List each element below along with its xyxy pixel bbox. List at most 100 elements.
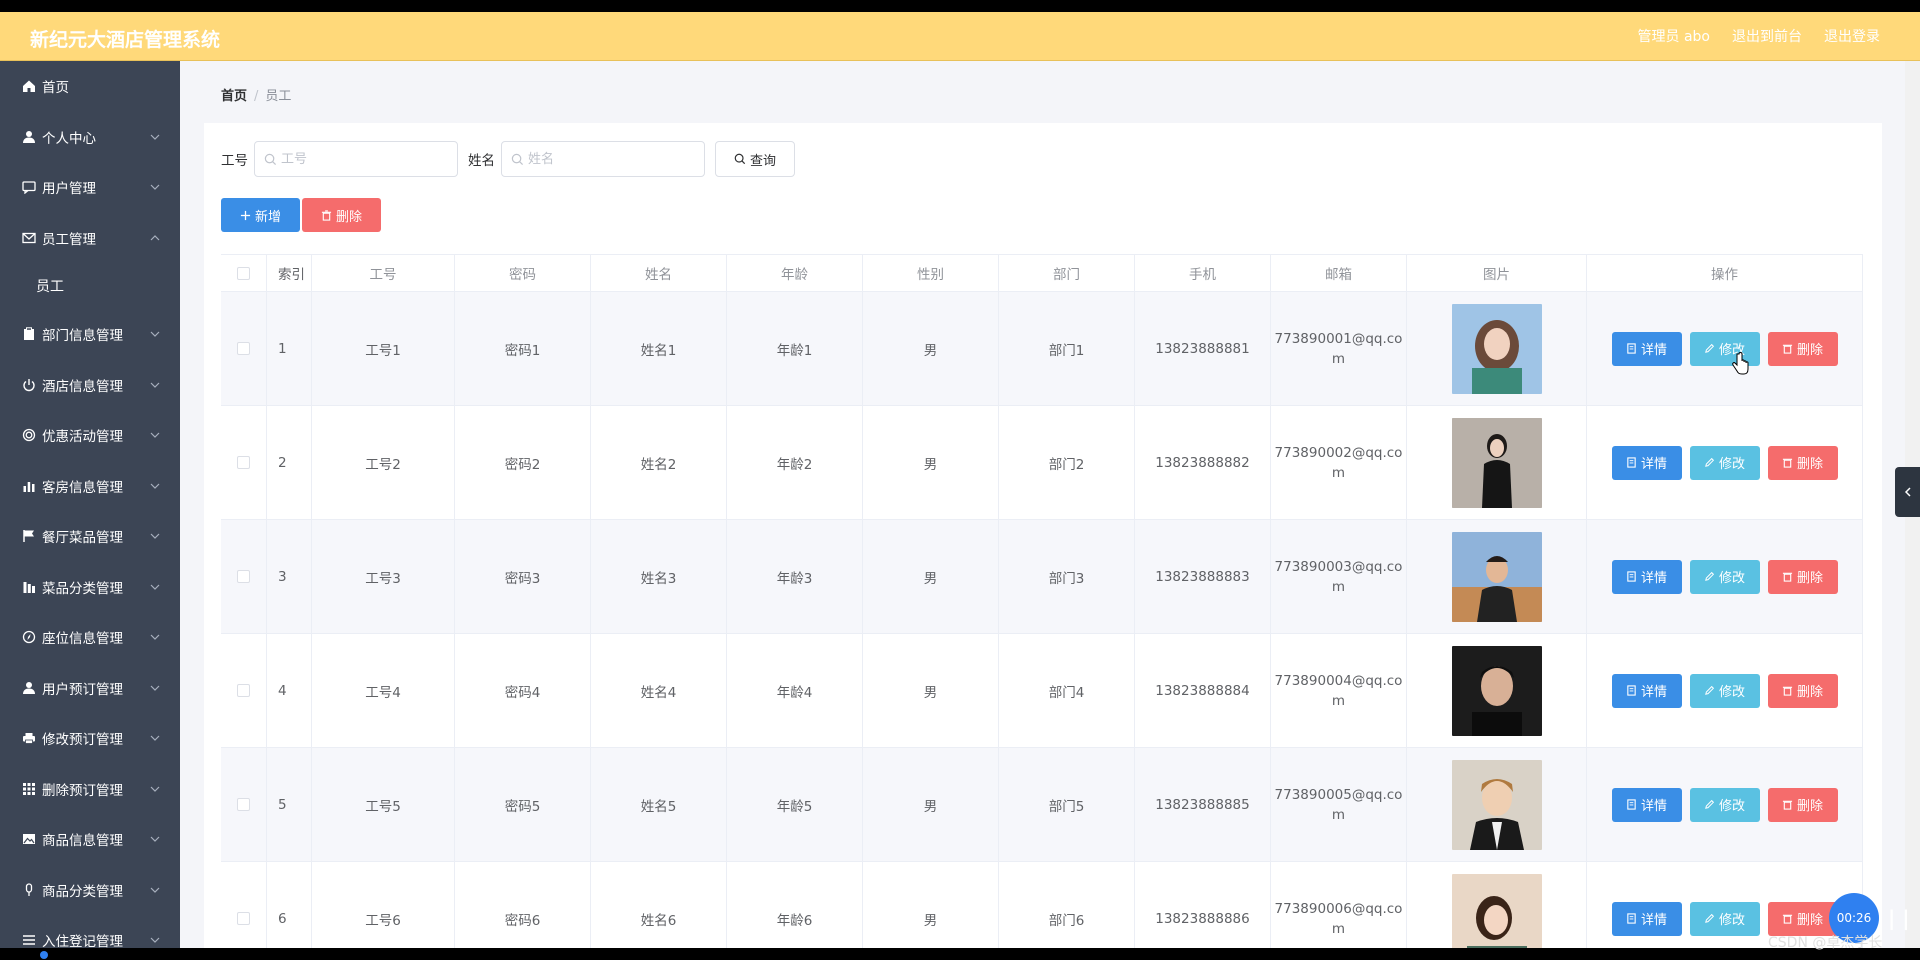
columns-icon xyxy=(22,580,36,594)
sidebar-item-10[interactable]: 座位信息管理 xyxy=(0,612,180,663)
sidebar-item-8[interactable]: 餐厅菜品管理 xyxy=(0,511,180,562)
sidebar-item-3[interactable]: 员工管理 xyxy=(0,213,180,264)
edit-button[interactable]: 修改 xyxy=(1689,673,1760,708)
sidebar-item-13[interactable]: 删除预订管理 xyxy=(0,764,180,815)
select-all-checkbox[interactable] xyxy=(237,266,250,280)
logout-link[interactable]: 退出登录 xyxy=(1824,26,1880,46)
delete-button-label: 删除 xyxy=(1796,571,1823,586)
detail-button[interactable]: 详情 xyxy=(1611,901,1682,936)
table-header: 索引 工号 密码 姓名 年龄 性别 部门 手机 邮箱 图片 操作 xyxy=(221,254,1863,292)
table-row[interactable]: 3 工号3 密码3 姓名3 年龄3 男部门3 13823888883 773890003@qq… xyxy=(221,520,1863,634)
plus-icon xyxy=(240,210,251,220)
sidebar-item-5[interactable]: 酒店信息管理 xyxy=(0,360,180,411)
row-checkbox[interactable] xyxy=(237,342,250,355)
employee-no-input[interactable] xyxy=(281,142,451,176)
mail-icon xyxy=(22,231,36,245)
chevron-down-icon xyxy=(150,937,160,943)
delete-button-label: 删除 xyxy=(1796,685,1823,700)
sidebar-item-9[interactable]: 菜品分类管理 xyxy=(0,562,180,613)
sidebar-item-7[interactable]: 客房信息管理 xyxy=(0,461,180,512)
edit-button[interactable]: 修改 xyxy=(1689,787,1760,822)
trash-icon xyxy=(1782,572,1793,582)
cell-name: 姓名2 xyxy=(591,406,727,519)
batch-delete-button[interactable]: 删除 xyxy=(302,198,381,232)
sidebar-item-15[interactable]: 商品分类管理 xyxy=(0,865,180,916)
employee-photo[interactable] xyxy=(1451,645,1542,736)
sidebar-item-2[interactable]: 用户管理 xyxy=(0,162,180,213)
row-checkbox[interactable] xyxy=(237,456,250,469)
add-button[interactable]: 新增 xyxy=(221,198,300,232)
delete-button[interactable]: 删除 xyxy=(1767,901,1838,936)
table-row[interactable]: 6 工号6 密码6 姓名6 年龄6 男部门6 13823888886 773890006@qq… xyxy=(221,862,1863,948)
employee-photo[interactable] xyxy=(1451,303,1542,394)
row-checkbox[interactable] xyxy=(237,798,250,811)
employee-photo[interactable] xyxy=(1451,759,1542,850)
table-row[interactable]: 1 工号1 密码1 姓名1 年龄1 男部门1 13823888881 773890001@qq… xyxy=(221,292,1863,406)
detail-button[interactable]: 详情 xyxy=(1611,331,1682,366)
edit-button[interactable]: 修改 xyxy=(1689,559,1760,594)
cell-age: 年龄1 xyxy=(727,292,863,405)
pause-icon[interactable]: | | xyxy=(1888,906,1910,930)
pencil-icon xyxy=(1705,685,1715,695)
query-button[interactable]: 查询 xyxy=(715,141,795,177)
breadcrumb-current: 员工 xyxy=(265,89,292,104)
breadcrumb-home[interactable]: 首页 xyxy=(221,89,247,104)
sidebar-item-16[interactable]: 入住登记管理 xyxy=(0,915,180,948)
header-employee-no: 工号 xyxy=(312,255,455,291)
employee-photo[interactable] xyxy=(1451,531,1542,622)
row-checkbox[interactable] xyxy=(237,912,250,925)
batch-delete-label: 删除 xyxy=(335,209,362,225)
detail-button[interactable]: 详情 xyxy=(1611,445,1682,480)
watermark: CSDN @卓杰学长 xyxy=(1768,935,1883,951)
row-checkbox[interactable] xyxy=(237,570,250,583)
cell-actions: 详情 修改 删除 xyxy=(1587,292,1863,405)
edit-button[interactable]: 修改 xyxy=(1689,901,1760,936)
employee-name-input[interactable] xyxy=(528,142,698,176)
sidebar-item-14[interactable]: 商品信息管理 xyxy=(0,814,180,865)
pencil-icon xyxy=(1705,457,1715,467)
delete-button[interactable]: 删除 xyxy=(1767,559,1838,594)
table-row[interactable]: 4 工号4 密码4 姓名4 年龄4 男部门4 13823888884 773890004@qq… xyxy=(221,634,1863,748)
sidebar-item-4[interactable]: 部门信息管理 xyxy=(0,309,180,360)
row-checkbox[interactable] xyxy=(237,684,250,697)
cell-name: 姓名3 xyxy=(591,520,727,633)
delete-button[interactable]: 删除 xyxy=(1767,331,1838,366)
edit-button[interactable]: 修改 xyxy=(1689,445,1760,480)
table-row[interactable]: 5 工号5 密码5 姓名5 年龄5 男部门5 13823888885 773890005@qq… xyxy=(221,748,1863,862)
sidebar-item-label: 用户管理 xyxy=(42,181,96,198)
delete-button[interactable]: 删除 xyxy=(1767,445,1838,480)
cell-gender: 男 xyxy=(863,748,999,861)
sidebar-item-1[interactable]: 个人中心 xyxy=(0,112,180,163)
employee-photo[interactable] xyxy=(1451,873,1542,949)
sidebar-item-6[interactable]: 优惠活动管理 xyxy=(0,410,180,461)
sidebar-item-11[interactable]: 用户预订管理 xyxy=(0,663,180,714)
delete-button[interactable]: 删除 xyxy=(1767,673,1838,708)
sidebar-item-0[interactable]: 首页 xyxy=(0,61,180,112)
cell-age: 年龄5 xyxy=(727,748,863,861)
video-progress-bar[interactable] xyxy=(0,948,1920,960)
video-progress-handle[interactable] xyxy=(40,951,48,959)
cell-actions: 详情 修改 删除 xyxy=(1587,520,1863,633)
sidebar-item-label: 酒店信息管理 xyxy=(42,378,123,395)
delete-button[interactable]: 删除 xyxy=(1767,787,1838,822)
side-drawer-toggle[interactable] xyxy=(1895,467,1920,517)
chevron-down-icon xyxy=(150,483,160,489)
bar-chart-icon xyxy=(22,479,36,493)
detail-button[interactable]: 详情 xyxy=(1611,787,1682,822)
delete-button-label: 删除 xyxy=(1796,913,1823,928)
sidebar-subitem-employee[interactable]: 员工 xyxy=(0,263,180,309)
back-to-front-link[interactable]: 退出到前台 xyxy=(1732,26,1802,46)
header-phone: 手机 xyxy=(1135,255,1271,291)
employee-panel: 工号 姓名 查询 新增 xyxy=(204,123,1882,948)
employee-photo[interactable] xyxy=(1451,417,1542,508)
compass-icon xyxy=(22,630,36,644)
sidebar-item-12[interactable]: 修改预订管理 xyxy=(0,713,180,764)
detail-button[interactable]: 详情 xyxy=(1611,673,1682,708)
edit-button[interactable]: 修改 xyxy=(1689,331,1760,366)
trash-icon xyxy=(1782,800,1793,810)
cell-password: 密码4 xyxy=(455,634,591,747)
cell-employee-no: 工号6 xyxy=(312,862,455,948)
document-icon xyxy=(1627,913,1636,924)
detail-button[interactable]: 详情 xyxy=(1611,559,1682,594)
table-row[interactable]: 2 工号2 密码2 姓名2 年龄2 男部门2 13823888882 773890002@qq… xyxy=(221,406,1863,520)
